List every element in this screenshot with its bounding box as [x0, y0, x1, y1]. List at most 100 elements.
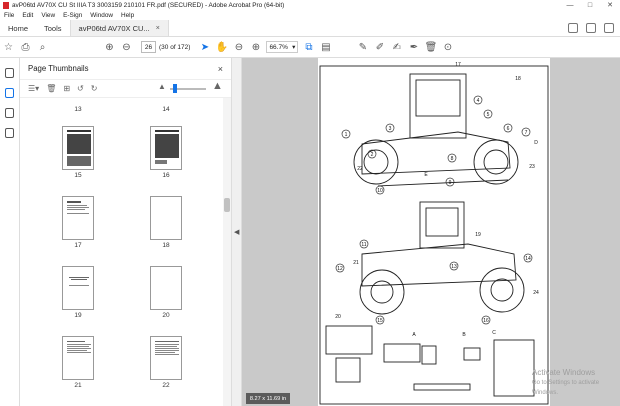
scroll-mode-icon[interactable]: ▤ — [317, 37, 334, 58]
insert-page-icon[interactable]: ⊞ — [63, 84, 70, 93]
lock-icon[interactable] — [5, 68, 14, 78]
page-preview — [62, 266, 94, 310]
slider-handle[interactable] — [173, 84, 177, 93]
tab-home[interactable]: Home — [0, 20, 36, 36]
more-tools-icon[interactable]: ⊙ — [439, 37, 456, 58]
select-cursor-icon[interactable]: ➤ — [196, 37, 213, 58]
menu-view[interactable]: View — [37, 12, 59, 19]
watermark-title: Activate Windows — [532, 368, 596, 377]
menu-file[interactable]: File — [0, 12, 18, 19]
rotate-right-icon[interactable]: ↻ — [91, 84, 98, 93]
page-preview — [150, 336, 182, 380]
search-icon[interactable]: ⌕ — [34, 37, 51, 58]
diagram-callout: 4 — [477, 98, 480, 104]
left-rail — [0, 58, 20, 406]
diagram-callout: 23 — [529, 164, 535, 170]
window-controls: — □ ✕ — [560, 0, 620, 10]
page-thumbnails-icon[interactable] — [5, 88, 14, 98]
thumbnail-17[interactable]: 17 — [48, 196, 108, 249]
document-page: 1 2 3 4 5 6 7 8 9 10 11 12 13 14 15 16 17 18 19 20 21 22 23 24 A… — [318, 58, 550, 406]
thumbnail-18[interactable]: 18 — [136, 196, 196, 249]
viewer-scrollbar[interactable] — [614, 58, 620, 406]
page-preview — [62, 196, 94, 240]
page-fit-icon[interactable]: ⧉ — [300, 37, 317, 58]
text-page-preview — [69, 277, 89, 286]
text-page-preview — [155, 341, 179, 355]
thumbnail-13[interactable]: 13 — [48, 104, 108, 113]
delete-page-icon[interactable]: 🗑 — [46, 84, 56, 93]
zoom-small-icon[interactable]: ▲ — [158, 82, 166, 91]
notifications-icon[interactable] — [586, 23, 596, 33]
menu-help[interactable]: Help — [117, 12, 138, 19]
diagram-callout: D — [534, 140, 538, 146]
highlight-icon[interactable]: ✐ — [371, 37, 388, 58]
zoom-large-icon[interactable]: ▲ — [212, 80, 223, 92]
thumbnail-label: 19 — [74, 312, 82, 319]
tab-close-icon[interactable]: × — [156, 25, 160, 32]
zoom-in-icon[interactable]: ⊕ — [247, 37, 264, 58]
draw-icon[interactable]: ✍ — [388, 37, 405, 58]
menu-window[interactable]: Window — [86, 12, 117, 19]
share-icon[interactable] — [568, 23, 578, 33]
menu-edit[interactable]: Edit — [18, 12, 37, 19]
chevron-left-icon: ◀ — [234, 229, 240, 236]
panel-scrollbar-thumb[interactable] — [224, 198, 230, 212]
thumbnail-20[interactable]: 20 — [136, 266, 196, 319]
next-page-icon[interactable]: ⊖ — [118, 37, 135, 58]
fill-sign-icon[interactable]: ✒ — [405, 37, 422, 58]
thumbnail-label: 14 — [162, 106, 170, 113]
diagram-callout: 1 — [345, 132, 348, 138]
diagram-callout: 15 — [377, 318, 383, 324]
thumbnail-label: 21 — [74, 382, 82, 389]
thumbnail-list: 13 14 15 16 17 18 19 20 21 22 — [20, 98, 223, 406]
rotate-left-icon[interactable]: ↺ — [77, 84, 84, 93]
print-icon[interactable]: ⎙ — [17, 37, 34, 58]
diagram-callout: 19 — [475, 232, 481, 238]
thumbnail-22[interactable]: 22 — [136, 336, 196, 389]
menu-bar: File Edit View E-Sign Window Help — [0, 10, 620, 20]
panel-collapse-handle[interactable]: ◀ — [232, 58, 242, 406]
zoom-select[interactable]: 66.7% ▾ — [266, 41, 299, 53]
text-page-preview — [67, 341, 91, 353]
thumbnail-19[interactable]: 19 — [48, 266, 108, 319]
page-count: (30 of 172) — [159, 43, 191, 51]
hand-tool-icon[interactable]: ✋ — [213, 37, 230, 58]
table-page-preview — [155, 130, 179, 164]
activate-windows-watermark: Activate Windows Go to Settings to activ… — [532, 368, 620, 398]
thumbnail-21[interactable]: 21 — [48, 336, 108, 389]
page-number-input[interactable]: 26 — [141, 41, 156, 53]
tab-document[interactable]: avP06td AV70X CU... × — [69, 20, 169, 36]
bookmark-star-icon[interactable]: ☆ — [0, 37, 17, 58]
diagram-callout: 8 — [451, 156, 454, 162]
diagram-callout: A — [412, 332, 416, 338]
close-window-button[interactable]: ✕ — [600, 0, 620, 10]
panel-close-icon[interactable]: × — [218, 64, 223, 74]
thumbnail-label: 20 — [162, 312, 170, 319]
page-thumbnails-panel: Page Thumbnails × ☰▾ 🗑 ⊞ ↺ ↻ ▲ ▲ 13 14 1… — [20, 58, 232, 406]
watermark-subtitle: Go to Settings to activate Windows. — [532, 380, 600, 396]
text-page-preview — [67, 201, 89, 214]
zoom-out-icon[interactable]: ⊖ — [230, 37, 247, 58]
delete-icon[interactable]: 🗑 — [422, 37, 439, 58]
tab-bar: Home Tools avP06td AV70X CU... × — [0, 20, 620, 37]
thumbnail-14[interactable]: 14 — [136, 104, 196, 113]
minimize-button[interactable]: — — [560, 0, 580, 10]
bookmark-icon[interactable] — [5, 108, 14, 118]
previous-page-icon[interactable]: ⊕ — [101, 37, 118, 58]
options-menu-icon[interactable]: ☰▾ — [28, 84, 39, 93]
chevron-down-icon: ▾ — [292, 44, 296, 51]
attachment-icon[interactable] — [5, 128, 14, 138]
table-page-preview — [67, 130, 91, 166]
roller-diagram: 123456789101112 131415 16171819202122 2324A… — [319, 62, 549, 405]
thumbnail-15[interactable]: 15 — [48, 126, 108, 179]
account-icon[interactable] — [604, 23, 614, 33]
thumbnail-label: 16 — [162, 172, 170, 179]
comment-icon[interactable]: ✎ — [354, 37, 371, 58]
tab-tools[interactable]: Tools — [36, 20, 70, 36]
panel-scrollbar[interactable] — [223, 98, 231, 406]
document-viewer[interactable]: 1 2 3 4 5 6 7 8 9 10 11 12 13 14 15 16 17 18 19 20 21 22 23 24 A… — [242, 58, 620, 406]
thumbnail-16[interactable]: 16 — [136, 126, 196, 179]
maximize-button[interactable]: □ — [580, 0, 600, 10]
diagram-callout: 24 — [533, 290, 539, 296]
menu-esign[interactable]: E-Sign — [59, 12, 86, 19]
